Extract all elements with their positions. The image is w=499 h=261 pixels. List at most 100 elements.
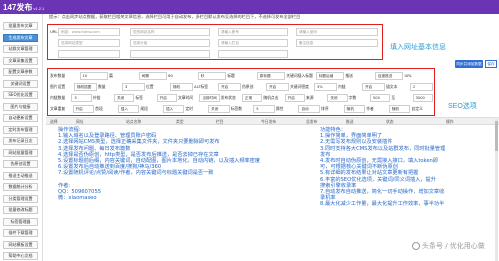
sidebar-item[interactable]: 数据统计分析: [3, 183, 38, 191]
sidebar-item[interactable]: 批量发布文章: [3, 22, 38, 30]
watermark-icon: [412, 242, 420, 250]
content-scrollbar[interactable]: [495, 117, 498, 261]
seo-option-select[interactable]: 开启: [266, 83, 289, 91]
seo-option-select[interactable]: 开启: [156, 94, 177, 102]
seo-option-select[interactable]: 随机: [388, 105, 411, 113]
seo-option-label: 标签数: [230, 106, 243, 111]
sidebar: 批量发布文章 生成发布文章 站群文章管理 文章采集设置 配置文章参数 关键词设置 SEO优化…: [0, 14, 43, 261]
watermark: 头条号 / 优化用心做: [412, 241, 485, 251]
operations-guide: 操作流程: 1.输入域名以及登录路径、管理员账户密码 2.选择网站CMS类型，选择正…: [58, 127, 298, 201]
site-name-input[interactable]: 您的网站名称: [130, 28, 210, 36]
seo-option-select[interactable]: 随机: [343, 105, 366, 113]
app-header: 147发布v1.2.1: [0, 0, 499, 14]
extra-field-1[interactable]: [58, 50, 120, 58]
seo-option-select[interactable]: 秒: [197, 72, 226, 80]
seo-option-select[interactable]: 间隔: [138, 72, 167, 80]
seo-option-select[interactable]: 自动: [298, 105, 320, 113]
sidebar-item[interactable]: 生成发布文章: [3, 33, 38, 42]
logo-highlight-line: [2, 11, 40, 12]
seo-option-select[interactable]: 随机: [170, 83, 193, 91]
column-input[interactable]: 请输入栏目: [218, 39, 288, 47]
seo-option-select[interactable]: 3%: [314, 83, 337, 91]
sidebar-item[interactable]: 批量修改标题: [3, 206, 38, 214]
seo-option-label: 篇: [109, 73, 113, 78]
account-input[interactable]: 请输入账号: [218, 28, 288, 36]
seo-option-select[interactable]: 开启: [72, 105, 95, 113]
seo-option-label: ALT标签: [194, 84, 209, 89]
seo-option-select[interactable]: 关闭: [327, 94, 348, 102]
seo-option-label: 60: [168, 73, 173, 78]
remark-input[interactable]: 备注信息: [296, 39, 378, 47]
table-column-header: 网址: [76, 119, 84, 124]
save-button[interactable]: 保存: [485, 60, 497, 68]
seo-option-label: 数量: [98, 84, 106, 89]
seo-option-select[interactable]: 插入: [117, 105, 140, 113]
sidebar-item[interactable]: 伪原创设置: [3, 160, 38, 168]
seo-option-select[interactable]: 随机插图: [74, 83, 97, 91]
sidebar-item[interactable]: 自动更新设置: [3, 114, 38, 122]
seo-option-select[interactable]: 10: [79, 72, 108, 80]
seo-option-label: 文章重复: [50, 106, 66, 111]
seo-option-select[interactable]: 插入: [162, 105, 185, 113]
sidebar-item[interactable]: 插件下载管理: [3, 229, 38, 237]
seo-option-label: 图片设置: [50, 84, 66, 89]
seo-option-select[interactable]: 3000: [412, 94, 433, 102]
seo-option-select[interactable]: 5: [253, 105, 275, 113]
table-column-header: 选择: [50, 119, 58, 124]
table-column-header: 状态: [386, 119, 394, 124]
site-table-header: 选择 网址 站点名称 类型 栏目 今日发布 总发布 推送 状态 操作: [46, 117, 499, 125]
seo-option-label: 随机点击: [263, 95, 279, 100]
sidebar-item[interactable]: 网站模板设置: [3, 240, 38, 249]
sidebar-item[interactable]: 配置文章参数: [3, 68, 38, 76]
site-info-annotation: 填入网址基本信息: [390, 44, 446, 51]
features-list: 功能特色： 1.操作简单，界面简单明了 2.无需写发布规则以及安装插件 3.同时支持各…: [320, 127, 498, 208]
seo-option-select[interactable]: 关闭: [208, 105, 230, 113]
seo-option-select[interactable]: 3: [122, 83, 145, 91]
seo-option-select[interactable]: 3: [71, 94, 92, 102]
seo-option-select[interactable]: 开启: [362, 83, 385, 91]
sidebar-item[interactable]: 帮助中心文档: [3, 252, 38, 260]
seo-option-select[interactable]: 百度推送: [374, 72, 403, 80]
seo-annotation: SEO选项: [448, 103, 477, 110]
seo-option-select[interactable]: 标题后缀: [315, 72, 344, 80]
seo-option-label: 发布数量: [50, 73, 66, 78]
seo-option-label: 字数: [348, 95, 357, 100]
table-column-header: 今日发布: [261, 119, 277, 124]
site-info-box: URL 例如：www.itdnw.com 您的网站名称 请输入账号 请输入密码 …: [47, 24, 383, 60]
sidebar-item[interactable]: 文章采集设置: [3, 56, 38, 65]
sidebar-item[interactable]: 标签管理器: [3, 217, 38, 226]
url-input[interactable]: 例如：www.itdnw.com: [58, 28, 120, 36]
seo-option-label: 属性: [275, 106, 284, 111]
seo-option-select[interactable]: 原标题: [256, 72, 285, 80]
table-column-header: 操作: [446, 119, 454, 124]
sidebar-item[interactable]: SEO优化设置: [3, 91, 38, 99]
seo-option-select[interactable]: 当前时间: [199, 94, 220, 102]
seo-option-select[interactable]: 2: [410, 83, 433, 91]
seo-option-select[interactable]: 开启: [284, 94, 305, 102]
seo-option-label: 定时: [185, 106, 194, 111]
seo-option-label: 锚文本: [386, 84, 398, 89]
seo-option-select[interactable]: 开启: [218, 83, 241, 91]
seo-option-label: 标题: [227, 73, 235, 78]
sidebar-item[interactable]: 图片与链接: [3, 102, 38, 111]
site-type-select[interactable]: 选择网站类型: [58, 39, 120, 47]
password-input[interactable]: 请输入密码: [296, 28, 378, 36]
extra-field-2[interactable]: [130, 50, 210, 58]
sidebar-item[interactable]: 网站批量管理: [3, 148, 38, 157]
seo-option-select[interactable]: 关闭: [114, 94, 135, 102]
group-select[interactable]: 选择分组: [130, 39, 210, 47]
sidebar-item[interactable]: 分类管理设置: [3, 194, 38, 203]
sidebar-item[interactable]: 发布记录日志: [3, 137, 38, 145]
extra-field-3[interactable]: [218, 50, 288, 58]
seo-option-select[interactable]: 500: [370, 94, 391, 102]
scroll-thumb[interactable]: [495, 121, 498, 151]
seo-option-label: URL: [404, 73, 412, 78]
seo-option-select[interactable]: 正常: [242, 94, 263, 102]
sidebar-item[interactable]: 推送主动推送: [3, 171, 38, 180]
sidebar-item[interactable]: 站群文章管理: [3, 45, 38, 53]
sidebar-item[interactable]: 关键词设置: [3, 79, 38, 88]
sync-add-button[interactable]: 同步并添加数据: [455, 60, 483, 68]
sidebar-item[interactable]: 定时发布管理: [3, 125, 38, 134]
seo-option-label: 推送: [345, 73, 353, 78]
watermark-text: 头条号 / 优化用心做: [422, 242, 485, 250]
